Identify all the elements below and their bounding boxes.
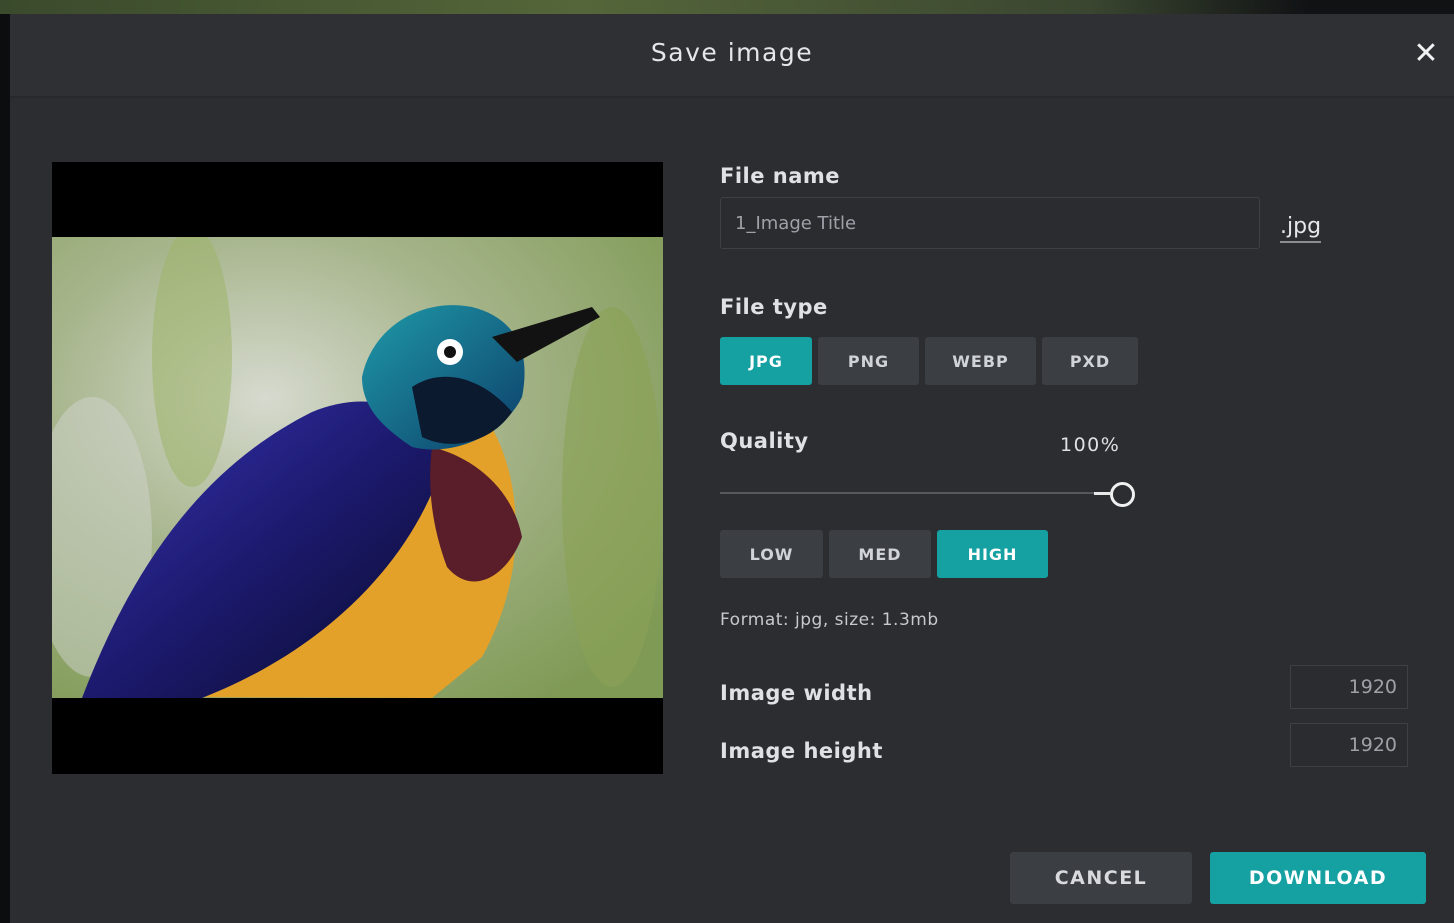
dialog-header: Save image ✕ <box>10 14 1454 98</box>
file-type-webp-button[interactable]: WEBP <box>925 337 1036 385</box>
bird-photo <box>52 237 663 698</box>
save-image-dialog: Save image ✕ File name 1_Image Title .jp… <box>10 14 1454 923</box>
file-type-label: File type <box>720 295 828 319</box>
quality-slider-track[interactable] <box>720 492 1122 494</box>
image-width-input[interactable] <box>1290 665 1408 709</box>
quality-slider-knob[interactable] <box>1110 482 1135 507</box>
quality-med-button[interactable]: MED <box>829 530 931 578</box>
close-icon[interactable]: ✕ <box>1408 34 1444 74</box>
image-height-label: Image height <box>720 739 883 763</box>
image-height-input[interactable] <box>1290 723 1408 767</box>
file-type-pxd-button[interactable]: PXD <box>1042 337 1138 385</box>
image-width-label: Image width <box>720 681 873 705</box>
quality-label: Quality <box>720 429 809 453</box>
image-preview <box>52 162 663 774</box>
cancel-button[interactable]: CANCEL <box>1010 852 1192 904</box>
file-type-jpg-button[interactable]: JPG <box>720 337 812 385</box>
quality-slider-fill <box>1094 492 1110 495</box>
file-type-png-button[interactable]: PNG <box>818 337 919 385</box>
file-name-label: File name <box>720 164 841 188</box>
quality-low-button[interactable]: LOW <box>720 530 823 578</box>
file-extension: .jpg <box>1280 214 1322 243</box>
download-button[interactable]: DOWNLOAD <box>1210 852 1426 904</box>
quality-value: 100% <box>1060 434 1121 456</box>
file-name-input[interactable] <box>720 197 1260 249</box>
background-strip <box>0 0 1454 14</box>
quality-high-button[interactable]: HIGH <box>937 530 1048 578</box>
format-info: Format: jpg, size: 1.3mb <box>720 610 939 630</box>
quality-presets: LOW MED HIGH <box>720 530 1048 578</box>
file-type-selector: JPG PNG WEBP PXD <box>720 337 1138 385</box>
dialog-title: Save image <box>650 38 814 67</box>
